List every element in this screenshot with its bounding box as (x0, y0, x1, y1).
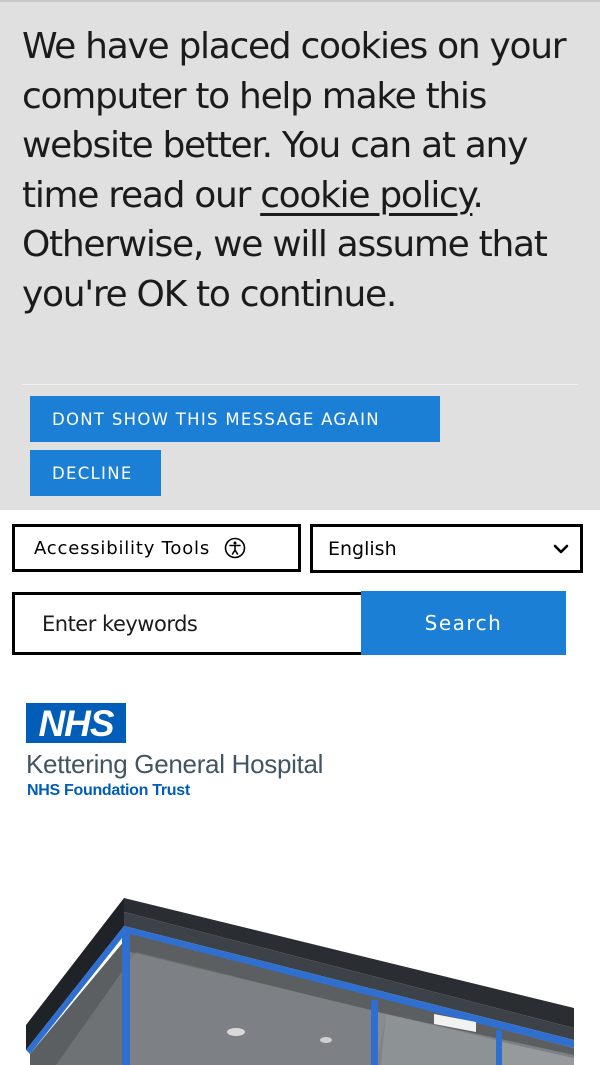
cookie-banner: We have placed cookies on your computer … (0, 0, 600, 510)
nhs-logo-mark: NHS (26, 703, 126, 743)
accessibility-tools-label: Accessibility Tools (34, 537, 211, 559)
cookie-divider (22, 384, 578, 385)
accessibility-icon (224, 537, 246, 559)
dont-show-again-button[interactable]: DONT SHOW THIS MESSAGE AGAIN (30, 396, 440, 442)
organisation-subtitle: NHS Foundation Trust (27, 782, 190, 799)
decline-button[interactable]: DECLINE (30, 450, 161, 496)
chevron-down-icon (553, 544, 569, 554)
cookie-policy-link[interactable]: cookie policy (260, 175, 474, 216)
cookie-message: We have placed cookies on your computer … (22, 22, 588, 319)
nhs-logo-text: NHS (38, 702, 114, 744)
search-input[interactable] (12, 592, 364, 655)
building-canopy-illustration (26, 898, 574, 1065)
language-select-value: English (328, 537, 397, 560)
language-select[interactable]: English (310, 524, 583, 573)
search-button[interactable]: Search (361, 591, 566, 655)
accessibility-tools-button[interactable]: Accessibility Tools (12, 524, 301, 572)
site-logo[interactable]: NHS Kettering General Hospital NHS Found… (26, 703, 406, 803)
hero-image (26, 890, 574, 1065)
organisation-name: Kettering General Hospital (26, 749, 324, 779)
